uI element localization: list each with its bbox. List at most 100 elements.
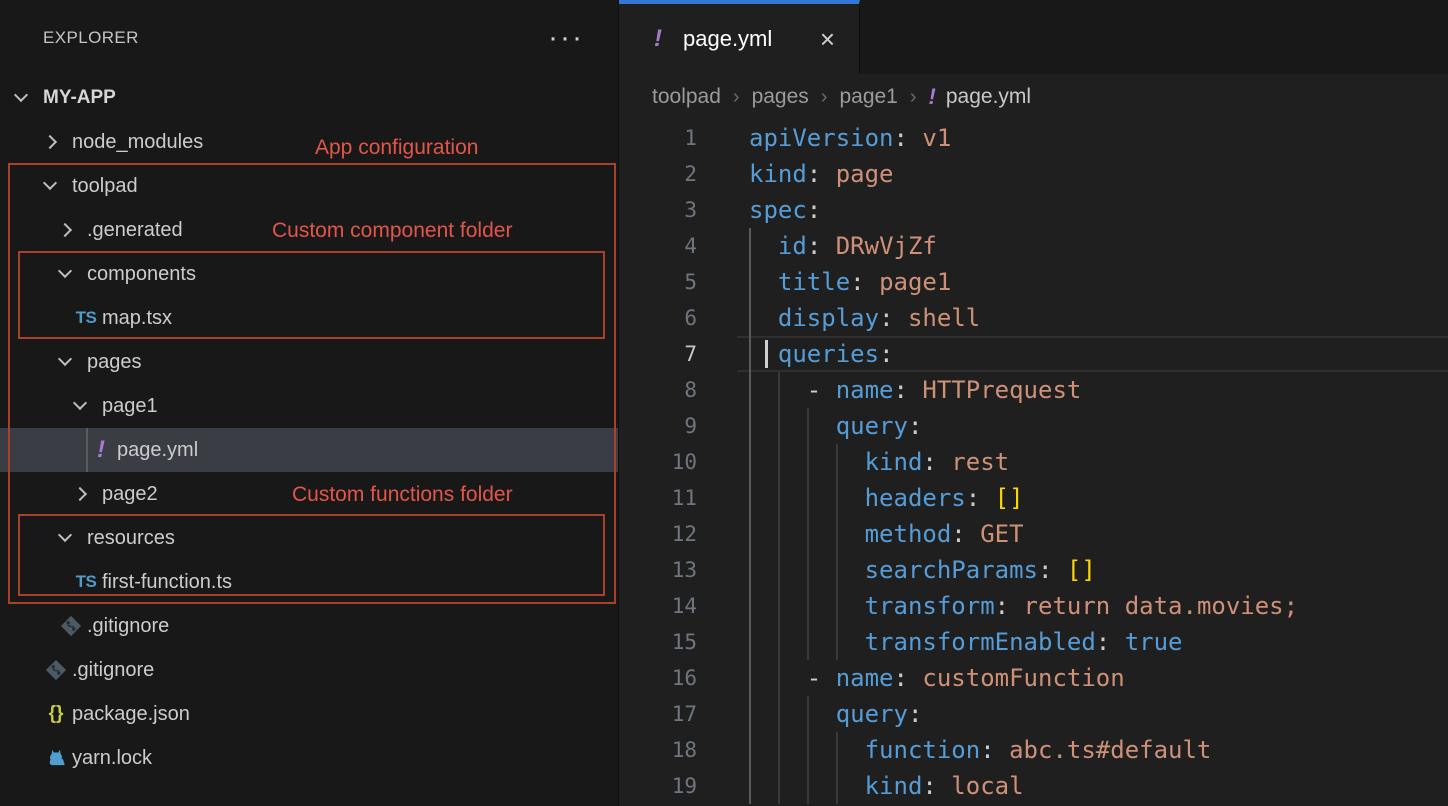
code-line-10: 10 kind: rest: [619, 444, 1448, 480]
token: :: [951, 520, 980, 548]
chevron-down-icon[interactable]: [43, 176, 57, 190]
chevron-right-icon[interactable]: [73, 487, 87, 501]
token: headers: [865, 484, 966, 512]
chevron-right-icon[interactable]: [43, 135, 57, 149]
breadcrumb-separator-icon: ›: [910, 86, 917, 109]
token: :: [894, 664, 923, 692]
line-number: 17: [619, 696, 697, 732]
tree-item-resources[interactable]: resources: [0, 516, 618, 560]
code-line-7: 7 queries:: [619, 336, 1448, 372]
tree-item-label: pages: [87, 340, 142, 384]
line-number: 1: [619, 120, 697, 156]
token: DRwVjZf: [836, 232, 937, 260]
yaml-icon: !: [929, 84, 936, 110]
token: :: [807, 232, 836, 260]
line-number: 19: [619, 768, 697, 804]
token: searchParams: [865, 556, 1038, 584]
tree-item-my-app[interactable]: MY-APP: [0, 76, 618, 120]
code-line-2: 2 kind: page: [619, 156, 1448, 192]
tree-item-gitignore[interactable]: .gitignore: [0, 604, 618, 648]
token: :: [807, 196, 821, 224]
code-line-14: 14 transform: return data.movies;: [619, 588, 1448, 624]
code-editor[interactable]: 1apiVersion: v12kind: page3spec:4 id: DR…: [619, 120, 1448, 806]
tree-item-map-tsx[interactable]: TSmap.tsx: [0, 296, 618, 340]
more-actions-icon[interactable]: ···: [548, 33, 584, 43]
line-number: 9: [619, 408, 697, 444]
tree-item-label: map.tsx: [102, 296, 172, 340]
tree-item-first-function-ts[interactable]: TSfirst-function.ts: [0, 560, 618, 604]
tree-item-gitignore[interactable]: .gitignore: [0, 648, 618, 692]
code-line-19: 19 kind: local: [619, 768, 1448, 804]
breadcrumb-item-pages[interactable]: pages: [752, 85, 809, 109]
breadcrumb-item-toolpad[interactable]: toolpad: [652, 85, 721, 109]
tree-item-label: yarn.lock: [72, 736, 152, 780]
token: true: [1125, 628, 1183, 656]
tree-item-label: page.yml: [117, 428, 198, 472]
tree-item-pages[interactable]: pages: [0, 340, 618, 384]
code-line-9: 9 query:: [619, 408, 1448, 444]
token: :: [980, 736, 1009, 764]
line-number: 15: [619, 624, 697, 660]
breadcrumb-item-page1[interactable]: page1: [839, 85, 897, 109]
breadcrumb-separator-icon: ›: [821, 86, 828, 109]
tab-bar: ! page.yml ×: [619, 0, 1448, 74]
code-text: - name: HTTPrequest: [749, 372, 1081, 408]
tree-item-page1[interactable]: page1: [0, 384, 618, 428]
code-text: spec:: [749, 192, 821, 228]
line-number: 11: [619, 480, 697, 516]
code-text: apiVersion: v1: [749, 120, 951, 156]
chevron-down-icon[interactable]: [73, 396, 87, 410]
code-text: kind: page: [749, 156, 894, 192]
tree-item-label: package.json: [72, 692, 190, 736]
line-number: 12: [619, 516, 697, 552]
token: query: [836, 412, 908, 440]
line-number: 3: [619, 192, 697, 228]
code-text: title: page1: [749, 264, 951, 300]
chevron-down-icon[interactable]: [58, 528, 72, 542]
token: :: [908, 412, 922, 440]
tree-item-toolpad[interactable]: toolpad: [0, 164, 618, 208]
token: :: [908, 700, 922, 728]
git-icon: [41, 648, 71, 692]
tree-item-page-yml[interactable]: !page.yml: [0, 428, 618, 472]
breadcrumb-separator-icon: ›: [733, 86, 740, 109]
file-tree: MY-APPnode_modulestoolpad.generatedcompo…: [0, 76, 618, 780]
token: :: [922, 448, 951, 476]
close-icon[interactable]: ×: [820, 4, 835, 74]
chevron-down-icon[interactable]: [58, 352, 72, 366]
json-icon: {}: [41, 692, 71, 736]
tree-item-label: .gitignore: [87, 604, 169, 648]
line-number: 2: [619, 156, 697, 192]
explorer-sidebar: EXPLORER ··· MY-APPnode_modulestoolpad.g…: [0, 0, 618, 806]
line-number: 8: [619, 372, 697, 408]
tree-item-label: node_modules: [72, 120, 203, 164]
breadcrumb-item-page-yml[interactable]: page.yml: [946, 85, 1031, 109]
tree-item-node-modules[interactable]: node_modules: [0, 120, 618, 164]
token: transform: [865, 592, 995, 620]
tree-item-yarn-lock[interactable]: yarn.lock: [0, 736, 618, 780]
token: shell: [908, 304, 980, 332]
chevron-down-icon[interactable]: [14, 88, 28, 102]
tab-page-yml[interactable]: ! page.yml ×: [619, 0, 860, 74]
code-text: - name: customFunction: [749, 660, 1125, 696]
code-text: kind: rest: [749, 444, 1009, 480]
tree-item-package-json[interactable]: {}package.json: [0, 692, 618, 736]
token: -: [807, 664, 836, 692]
token: function: [865, 736, 981, 764]
chevron-down-icon[interactable]: [58, 264, 72, 278]
token: query: [836, 700, 908, 728]
token: customFunction: [922, 664, 1124, 692]
chevron-right-icon[interactable]: [58, 223, 72, 237]
yarn-icon: [41, 736, 71, 780]
code-text: headers: []: [749, 480, 1024, 516]
code-line-15: 15 transformEnabled: true: [619, 624, 1448, 660]
code-line-11: 11 headers: []: [619, 480, 1448, 516]
token: id: [778, 232, 807, 260]
token: page1: [879, 268, 951, 296]
code-text: display: shell: [749, 300, 980, 336]
code-text: searchParams: []: [749, 552, 1096, 588]
token: -: [807, 376, 836, 404]
tab-label: page.yml: [683, 4, 772, 74]
code-line-18: 18 function: abc.ts#default: [619, 732, 1448, 768]
tree-item-components[interactable]: components: [0, 252, 618, 296]
